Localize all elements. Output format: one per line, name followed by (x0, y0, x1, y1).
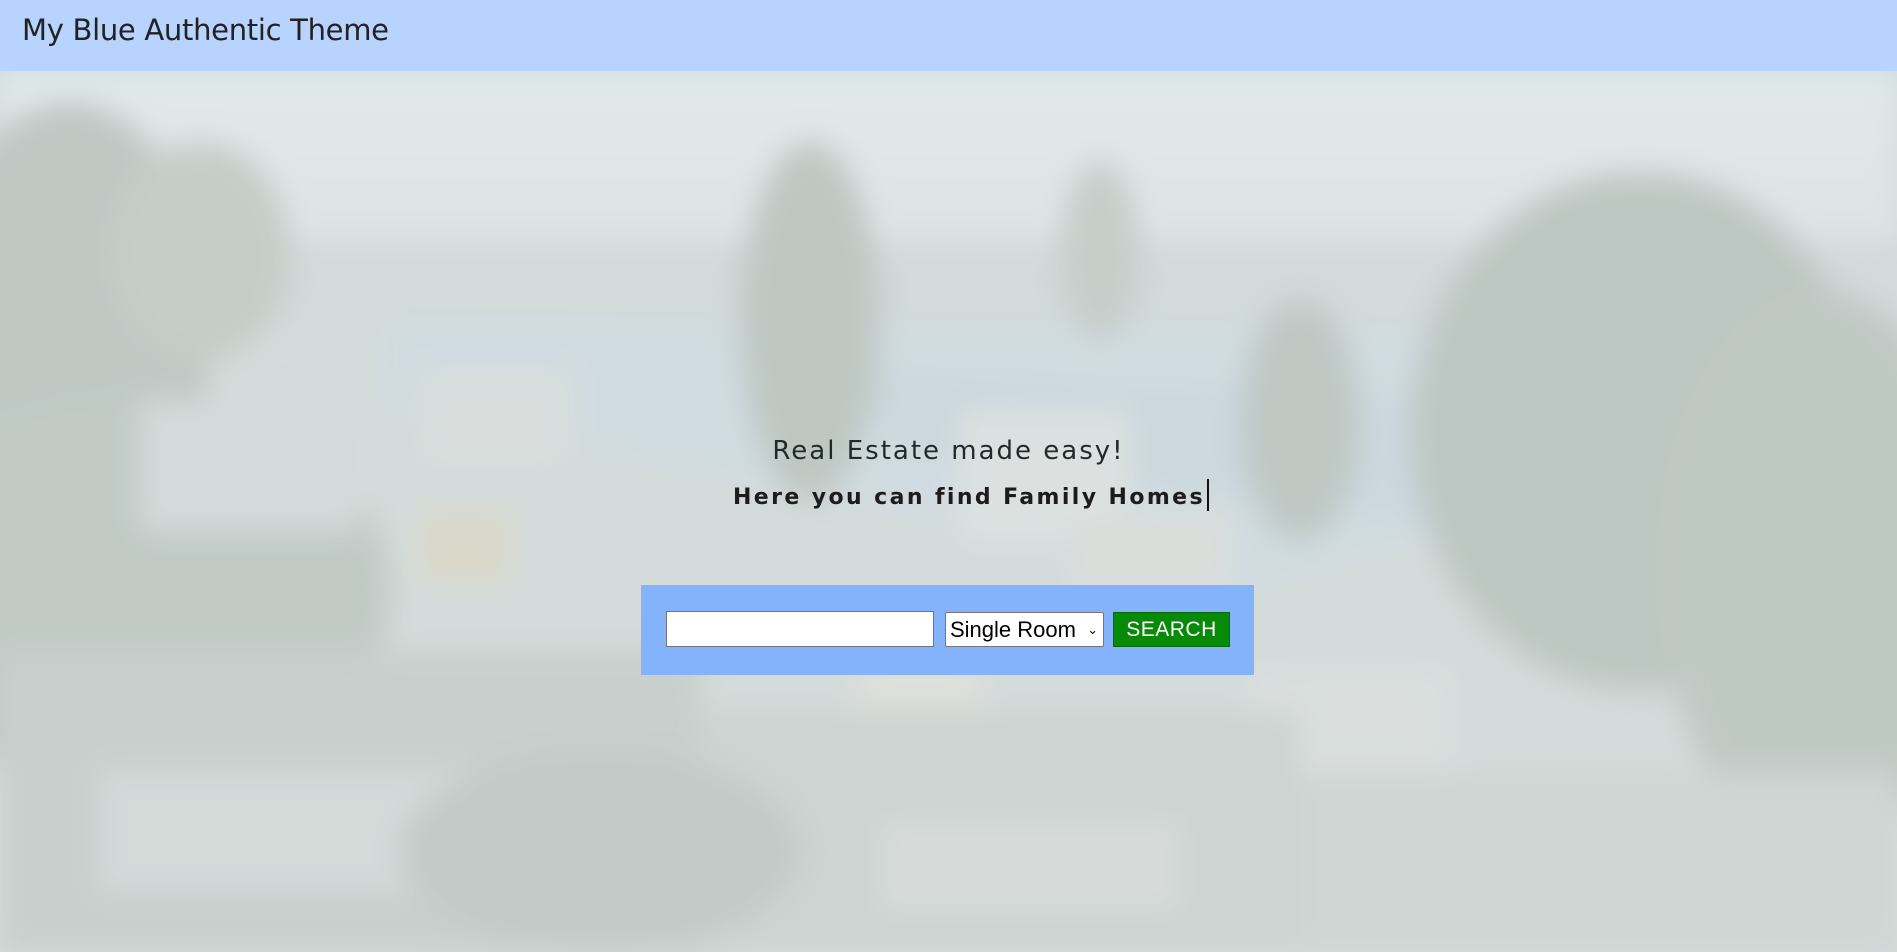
search-button[interactable]: SEARCH (1113, 612, 1230, 647)
typed-subtitle: Here you can find Family Homes (733, 479, 1209, 511)
search-input[interactable] (666, 611, 934, 647)
hero-section: Real Estate made easy! Here you can find… (0, 71, 1897, 952)
hero-tagline: Real Estate made easy! (772, 436, 1125, 466)
typing-caret (1207, 479, 1209, 511)
room-type-select[interactable]: Single Room ⌄ (945, 612, 1104, 647)
chevron-down-icon: ⌄ (1087, 622, 1098, 637)
hero-background-image (0, 71, 1897, 952)
top-navbar: My Blue Authentic Theme (0, 0, 1897, 71)
site-title[interactable]: My Blue Authentic Theme (22, 13, 389, 47)
search-panel: Single Room ⌄ SEARCH (641, 585, 1254, 675)
page: My Blue Authentic Theme Real Estate made… (0, 0, 1897, 952)
typed-subtitle-text: Here you can find Family Homes (733, 485, 1205, 510)
room-type-selected: Single Room (950, 617, 1076, 642)
